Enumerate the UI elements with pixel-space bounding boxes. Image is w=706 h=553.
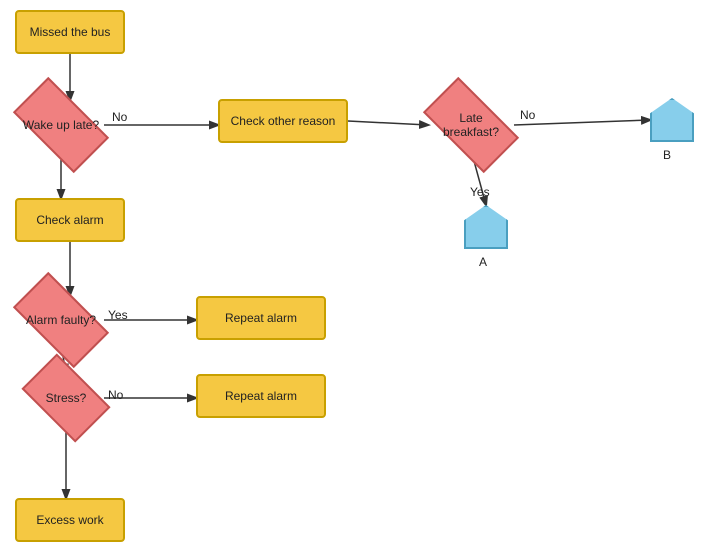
connector-b-node	[650, 98, 694, 142]
excess-work-node: Excess work	[15, 498, 125, 542]
connector-a-label: A	[479, 255, 487, 269]
yes-late-label: Yes	[470, 185, 490, 199]
no-stress-label: No	[108, 388, 123, 402]
yes-alarm-label: Yes	[108, 308, 128, 322]
stress-node: Stress?	[21, 353, 110, 442]
missed-the-bus-node: Missed the bus	[15, 10, 125, 54]
no-wake-label: No	[112, 110, 127, 124]
connector-a-node	[464, 205, 508, 249]
wake-up-late-node: Wake up late?	[13, 77, 109, 173]
connector-b-label: B	[663, 148, 671, 162]
late-breakfast-node: Late breakfast?	[423, 77, 519, 173]
check-alarm-node: Check alarm	[15, 198, 125, 242]
no-late-label: No	[520, 108, 535, 122]
alarm-faulty-node: Alarm faulty?	[13, 272, 109, 368]
arrows-layer	[0, 0, 706, 553]
repeat-alarm-1-node: Repeat alarm	[196, 296, 326, 340]
check-other-reason-node: Check other reason	[218, 99, 348, 143]
repeat-alarm-2-node: Repeat alarm	[196, 374, 326, 418]
flowchart-canvas: Missed the bus Wake up late? Check other…	[0, 0, 706, 553]
